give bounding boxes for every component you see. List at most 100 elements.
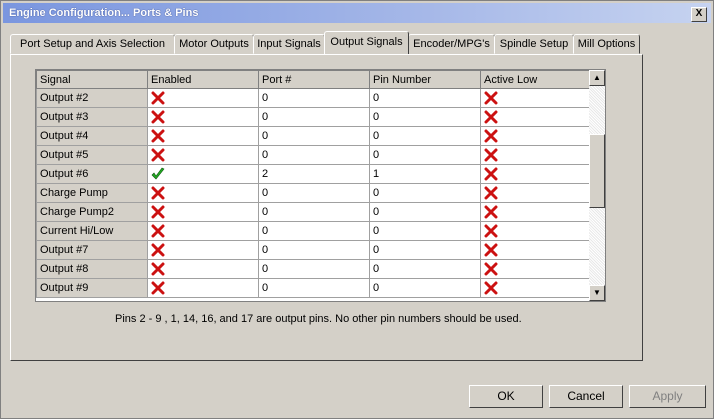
pin-number-cell[interactable]: 0 <box>369 107 481 127</box>
table-row[interactable]: Output #2 0 0 <box>36 88 592 108</box>
tab-motor-outputs[interactable]: Motor Outputs <box>174 34 254 54</box>
cross-icon <box>151 224 165 238</box>
active-low-cell[interactable] <box>480 183 592 203</box>
signal-name-cell: Charge Pump2 <box>36 202 148 222</box>
pin-number-cell[interactable]: 0 <box>369 183 481 203</box>
column-header-pin-number[interactable]: Pin Number <box>369 70 481 89</box>
title-bar[interactable]: Engine Configuration... Ports & Pins X <box>3 3 711 23</box>
enabled-cell[interactable] <box>147 240 259 260</box>
enabled-cell[interactable] <box>147 259 259 279</box>
port-cell[interactable]: 0 <box>258 278 370 298</box>
port-cell[interactable]: 0 <box>258 259 370 279</box>
column-header-enabled[interactable]: Enabled <box>147 70 259 89</box>
cross-icon <box>484 129 498 143</box>
port-cell[interactable]: 2 <box>258 164 370 184</box>
cross-icon <box>151 262 165 276</box>
enabled-cell[interactable] <box>147 221 259 241</box>
active-low-cell[interactable] <box>480 88 592 108</box>
tab-output-signals[interactable]: Output Signals <box>324 31 409 54</box>
signal-name-cell: Output #4 <box>36 126 148 146</box>
tab-port-setup-and-axis-selection[interactable]: Port Setup and Axis Selection <box>10 34 175 54</box>
port-cell[interactable]: 0 <box>258 126 370 146</box>
pin-number-cell[interactable]: 0 <box>369 240 481 260</box>
enabled-cell[interactable] <box>147 107 259 127</box>
enabled-cell[interactable] <box>147 183 259 203</box>
cross-icon <box>484 167 498 181</box>
active-low-cell[interactable] <box>480 240 592 260</box>
active-low-cell[interactable] <box>480 202 592 222</box>
port-cell[interactable]: 0 <box>258 202 370 222</box>
cross-icon <box>151 205 165 219</box>
cancel-button[interactable]: Cancel <box>549 385 623 408</box>
enabled-cell[interactable] <box>147 88 259 108</box>
signal-name-cell: Output #7 <box>36 240 148 260</box>
port-cell[interactable]: 0 <box>258 145 370 165</box>
table-row[interactable]: Output #9 0 0 <box>36 278 592 298</box>
tab-spindle-setup[interactable]: Spindle Setup <box>494 34 574 54</box>
port-cell[interactable]: 0 <box>258 240 370 260</box>
signal-name-cell: Output #9 <box>36 278 148 298</box>
signal-name-cell: Current Hi/Low <box>36 221 148 241</box>
pin-number-cell[interactable]: 0 <box>369 259 481 279</box>
active-low-cell[interactable] <box>480 221 592 241</box>
cross-icon <box>151 186 165 200</box>
pin-number-cell[interactable]: 0 <box>369 202 481 222</box>
cross-icon <box>151 148 165 162</box>
vertical-scrollbar[interactable]: ▲ ▼ <box>589 70 605 301</box>
active-low-cell[interactable] <box>480 259 592 279</box>
table-row[interactable]: Output #3 0 0 <box>36 107 592 127</box>
cross-icon <box>151 129 165 143</box>
ok-button[interactable]: OK <box>469 385 543 408</box>
apply-button[interactable]: Apply <box>629 385 706 408</box>
scroll-thumb[interactable] <box>589 134 605 208</box>
tab-mill-options[interactable]: Mill Options <box>573 34 640 54</box>
table-row[interactable]: Current Hi/Low 0 0 <box>36 221 592 241</box>
table-row[interactable]: Charge Pump 0 0 <box>36 183 592 203</box>
column-header-port[interactable]: Port # <box>258 70 370 89</box>
column-header-signal[interactable]: Signal <box>36 70 148 89</box>
signal-name-cell: Output #5 <box>36 145 148 165</box>
port-cell[interactable]: 0 <box>258 88 370 108</box>
active-low-cell[interactable] <box>480 145 592 165</box>
active-low-cell[interactable] <box>480 107 592 127</box>
port-cell[interactable]: 0 <box>258 221 370 241</box>
pin-number-cell[interactable]: 0 <box>369 88 481 108</box>
tab-encoder-mpg-s[interactable]: Encoder/MPG's <box>408 34 495 54</box>
active-low-cell[interactable] <box>480 164 592 184</box>
table-row[interactable]: Output #8 0 0 <box>36 259 592 279</box>
pin-number-cell[interactable]: 1 <box>369 164 481 184</box>
pin-number-cell[interactable]: 0 <box>369 126 481 146</box>
pin-number-cell[interactable]: 0 <box>369 221 481 241</box>
table-row[interactable]: Output #4 0 0 <box>36 126 592 146</box>
cross-icon <box>484 110 498 124</box>
cross-icon <box>484 281 498 295</box>
cross-icon <box>484 205 498 219</box>
pin-number-cell[interactable]: 0 <box>369 278 481 298</box>
column-header-active-low[interactable]: Active Low <box>480 70 592 89</box>
active-low-cell[interactable] <box>480 278 592 298</box>
cross-icon <box>151 281 165 295</box>
table-row[interactable]: Charge Pump2 0 0 <box>36 202 592 222</box>
enabled-cell[interactable] <box>147 164 259 184</box>
enabled-cell[interactable] <box>147 145 259 165</box>
scroll-up-button[interactable]: ▲ <box>589 70 605 86</box>
scroll-down-button[interactable]: ▼ <box>589 285 605 301</box>
enabled-cell[interactable] <box>147 202 259 222</box>
grid-header-row: Signal Enabled Port # Pin Number Active … <box>36 70 592 89</box>
cross-icon <box>151 110 165 124</box>
port-cell[interactable]: 0 <box>258 107 370 127</box>
table-row[interactable]: Output #6 2 1 <box>36 164 592 184</box>
active-low-cell[interactable] <box>480 126 592 146</box>
enabled-cell[interactable] <box>147 278 259 298</box>
close-button[interactable]: X <box>691 7 707 22</box>
cross-icon <box>484 148 498 162</box>
table-row[interactable]: Output #5 0 0 <box>36 145 592 165</box>
tab-input-signals[interactable]: Input Signals <box>253 34 325 54</box>
signal-name-cell: Output #6 <box>36 164 148 184</box>
table-row[interactable]: Output #7 0 0 <box>36 240 592 260</box>
output-signals-grid: Signal Enabled Port # Pin Number Active … <box>35 69 606 302</box>
enabled-cell[interactable] <box>147 126 259 146</box>
signal-name-cell: Charge Pump <box>36 183 148 203</box>
pin-number-cell[interactable]: 0 <box>369 145 481 165</box>
port-cell[interactable]: 0 <box>258 183 370 203</box>
